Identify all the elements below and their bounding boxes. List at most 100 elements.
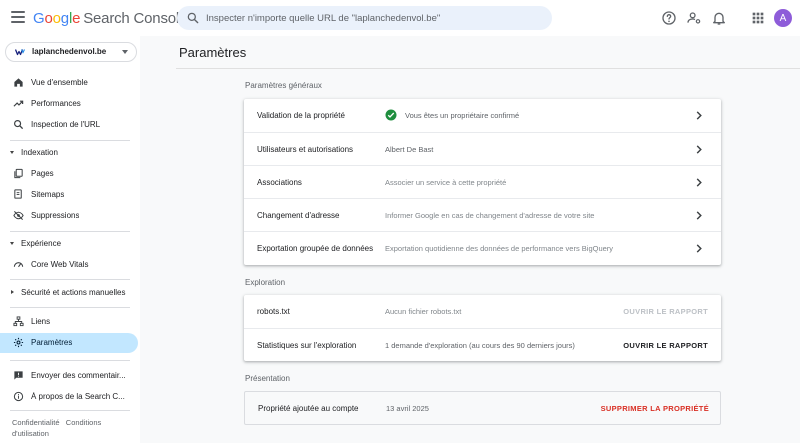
row-label: Validation de la propriété <box>257 111 345 120</box>
chevron-right-icon <box>696 244 702 253</box>
search-icon <box>14 120 24 130</box>
search-console-logo[interactable]: Google Search Console <box>33 10 187 27</box>
sidebar-item-performance[interactable]: Performances <box>0 94 138 114</box>
logo-letter: e <box>72 10 81 27</box>
main-content: Paramètres Paramètres généraux Validatio… <box>140 36 800 443</box>
terms-link[interactable]: Conditions <box>66 418 101 427</box>
top-app-bar: GoogleSearch Console A <box>0 0 800 36</box>
settings-row-property-added: Propriété ajoutée au compte 13 avril 202… <box>245 392 722 424</box>
notifications-icon[interactable] <box>711 10 727 26</box>
search-input[interactable] <box>206 6 546 30</box>
row-label: Statistiques sur l'exploration <box>257 341 357 350</box>
section-label: Indexation <box>21 148 58 157</box>
sidebar-item-label: À propos de la Search C... <box>31 392 125 401</box>
sidebar-item-label: Core Web Vitals <box>31 260 89 269</box>
info-icon <box>13 391 24 402</box>
links-icon <box>13 316 24 327</box>
settings-row-associations[interactable]: Associations Associer un service à cette… <box>244 165 721 198</box>
menu-icon[interactable] <box>11 11 25 24</box>
open-report-button: OUVRIR LE RAPPORT <box>623 307 708 316</box>
sitemap-icon <box>14 189 22 199</box>
sidebar-item-sitemaps[interactable]: Sitemaps <box>0 185 138 205</box>
row-label: Exportation groupée de données <box>257 244 374 253</box>
logo-product-name: Search Console <box>83 10 188 27</box>
property-favicon-icon <box>15 49 25 56</box>
logo-letter: o <box>52 10 61 27</box>
apps-grid-icon[interactable] <box>750 10 766 26</box>
row-value: Albert De Bast <box>385 145 434 154</box>
sidebar-item-label: Sitemaps <box>31 190 65 199</box>
settings-icon <box>13 337 24 348</box>
sidebar-divider <box>10 140 130 141</box>
open-report-button[interactable]: OUVRIR LE RAPPORT <box>623 341 708 350</box>
crawling-card: robots.txt Aucun fichier robots.txt OUVR… <box>244 295 721 361</box>
settings-row-change-of-address[interactable]: Changement d'adresse Informer Google en … <box>244 198 721 231</box>
sidebar-footer: Confidentialité Conditions d'utilisation <box>12 417 132 439</box>
sidebar: laplanchedenvol.be Vue d'ensemble Perfor… <box>0 36 140 443</box>
help-icon[interactable] <box>661 10 677 26</box>
pages-icon <box>14 168 23 179</box>
sidebar-item-label: Liens <box>31 317 51 326</box>
about-card: Propriété ajoutée au compte 13 avril 202… <box>244 391 721 425</box>
sidebar-item-label: Envoyer des commentair... <box>31 371 126 380</box>
section-label: Expérience <box>21 239 62 248</box>
sidebar-divider <box>10 279 130 280</box>
section-title-crawling: Exploration <box>245 278 286 287</box>
sidebar-item-pages[interactable]: Pages <box>0 164 138 184</box>
trending-up-icon <box>13 100 24 107</box>
settings-row-bulk-export[interactable]: Exportation groupée de données Exportati… <box>244 231 721 264</box>
sidebar-item-core-web-vitals[interactable]: Core Web Vitals <box>0 255 138 275</box>
row-value: 13 avril 2025 <box>386 404 429 413</box>
row-value: 1 demande d'exploration (au cours des 90… <box>385 341 575 350</box>
settings-row-users-permissions[interactable]: Utilisateurs et autorisations Albert De … <box>244 132 721 165</box>
chevron-down-icon <box>10 151 14 154</box>
sidebar-item-removals[interactable]: Suppressions <box>0 206 138 226</box>
settings-row-crawl-stats: Statistiques sur l'exploration 1 demande… <box>244 328 721 361</box>
row-value: Exportation quotidienne des données de p… <box>385 244 614 253</box>
row-value: Informer Google en cas de changement d'a… <box>385 211 595 220</box>
chevron-right-icon <box>696 178 702 187</box>
manage-users-icon[interactable] <box>686 10 702 26</box>
sidebar-item-overview[interactable]: Vue d'ensemble <box>0 73 138 93</box>
row-label: Propriété ajoutée au compte <box>258 404 359 413</box>
sidebar-section-indexation[interactable]: Indexation <box>0 144 138 162</box>
chevron-right-icon <box>696 145 702 154</box>
sidebar-item-settings[interactable]: Paramètres <box>0 333 138 353</box>
chevron-down-icon <box>122 50 128 54</box>
terms-link-continued[interactable]: d'utilisation <box>12 429 49 438</box>
privacy-link[interactable]: Confidentialité <box>12 418 60 427</box>
row-label: Utilisateurs et autorisations <box>257 145 354 154</box>
sidebar-item-label: Performances <box>31 99 81 108</box>
sidebar-item-label: Pages <box>31 169 54 178</box>
speed-gauge-icon <box>13 262 24 268</box>
section-title-general: Paramètres généraux <box>245 81 322 90</box>
chevron-right-icon <box>696 211 702 220</box>
sidebar-divider <box>10 410 130 411</box>
chevron-right-icon <box>11 290 14 294</box>
sidebar-section-experience[interactable]: Expérience <box>0 235 138 253</box>
general-settings-card: Validation de la propriété Vous êtes un … <box>244 99 721 265</box>
sidebar-item-url-inspection[interactable]: Inspection de l'URL <box>0 115 138 135</box>
sidebar-item-label: Vue d'ensemble <box>31 78 88 87</box>
sidebar-item-links[interactable]: Liens <box>0 312 138 332</box>
row-value: Aucun fichier robots.txt <box>385 307 462 316</box>
title-divider <box>176 68 800 69</box>
sidebar-section-security[interactable]: Sécurité et actions manuelles <box>0 284 138 302</box>
settings-row-ownership-verification[interactable]: Validation de la propriété Vous êtes un … <box>244 99 721 132</box>
section-title-about: Présentation <box>245 374 290 383</box>
property-selector[interactable]: laplanchedenvol.be <box>5 42 137 62</box>
search-icon[interactable] <box>186 11 200 25</box>
sidebar-item-feedback[interactable]: Envoyer des commentair... <box>0 366 138 386</box>
remove-property-button[interactable]: SUPPRIMER LA PROPRIÉTÉ <box>601 404 709 413</box>
row-label: robots.txt <box>257 307 290 316</box>
url-inspection-search[interactable] <box>177 6 552 30</box>
row-value: Associer un service à cette propriété <box>385 178 507 187</box>
account-avatar[interactable]: A <box>774 9 792 27</box>
feedback-icon <box>14 371 23 380</box>
chevron-down-icon <box>10 242 14 245</box>
sidebar-item-about[interactable]: À propos de la Search C... <box>0 387 138 407</box>
home-icon <box>14 78 23 87</box>
chevron-right-icon <box>696 111 702 120</box>
settings-row-robots-txt: robots.txt Aucun fichier robots.txt OUVR… <box>244 295 721 328</box>
sidebar-item-label: Paramètres <box>31 338 73 347</box>
